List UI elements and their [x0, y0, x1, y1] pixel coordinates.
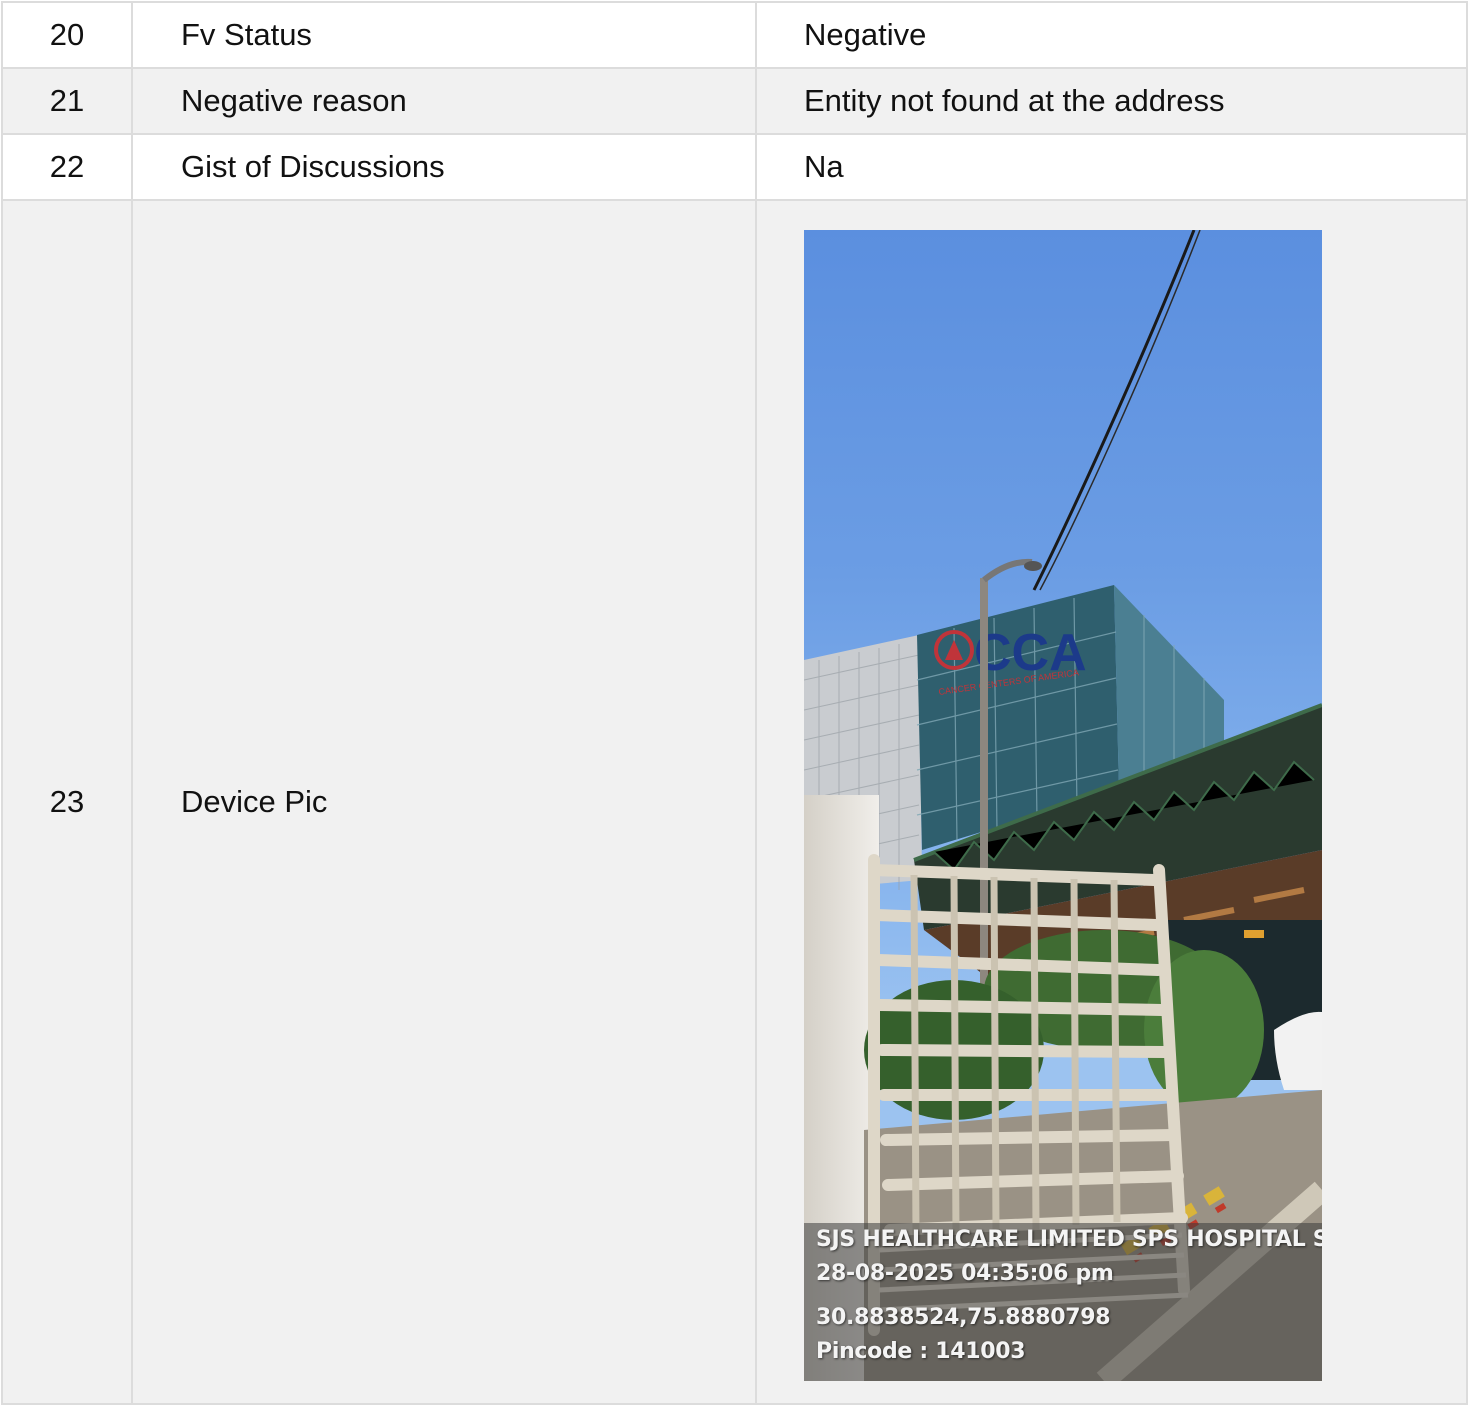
field-value: Na [755, 133, 1468, 201]
table-row-22: 22 Gist of Discussions Na [1, 133, 1468, 201]
row-number: 20 [1, 1, 133, 69]
photo-scene: CCA CANCER CENTERS OF AMERICA [804, 229, 1322, 1381]
field-label: Negative reason [131, 67, 757, 135]
watermark-timestamp: 28-08-2025 04:35:06 pm [816, 1260, 1114, 1286]
row-number: 23 [1, 199, 133, 1405]
field-value: Entity not found at the address [755, 67, 1468, 135]
device-photo[interactable]: CCA CANCER CENTERS OF AMERICA SJS HEALTH… [804, 229, 1322, 1381]
row-number: 22 [1, 133, 133, 201]
watermark-coordinates: 30.8838524,75.8880798 [816, 1304, 1111, 1330]
device-pic-cell: CCA CANCER CENTERS OF AMERICA SJS HEALTH… [755, 199, 1468, 1405]
table-row-23: 23 Device Pic CCA CANCER CENTERS OF AMER… [1, 199, 1468, 1405]
table-row-21: 21 Negative reason Entity not found at t… [1, 67, 1468, 135]
field-value: Negative [755, 1, 1468, 69]
photo-watermark: SJS HEALTHCARE LIMITED SPS HOSPITAL S 28… [804, 1222, 1322, 1381]
field-label: Gist of Discussions [131, 133, 757, 201]
field-label: Fv Status [131, 1, 757, 69]
field-label: Device Pic [131, 199, 757, 1405]
verification-table: 20 Fv Status Negative 21 Negative reason… [1, 1, 1468, 1405]
row-number: 21 [1, 67, 133, 135]
table-row-20: 20 Fv Status Negative [1, 1, 1468, 69]
watermark-location: SJS HEALTHCARE LIMITED SPS HOSPITAL S [816, 1226, 1322, 1252]
watermark-pincode: Pincode : 141003 [816, 1338, 1026, 1364]
